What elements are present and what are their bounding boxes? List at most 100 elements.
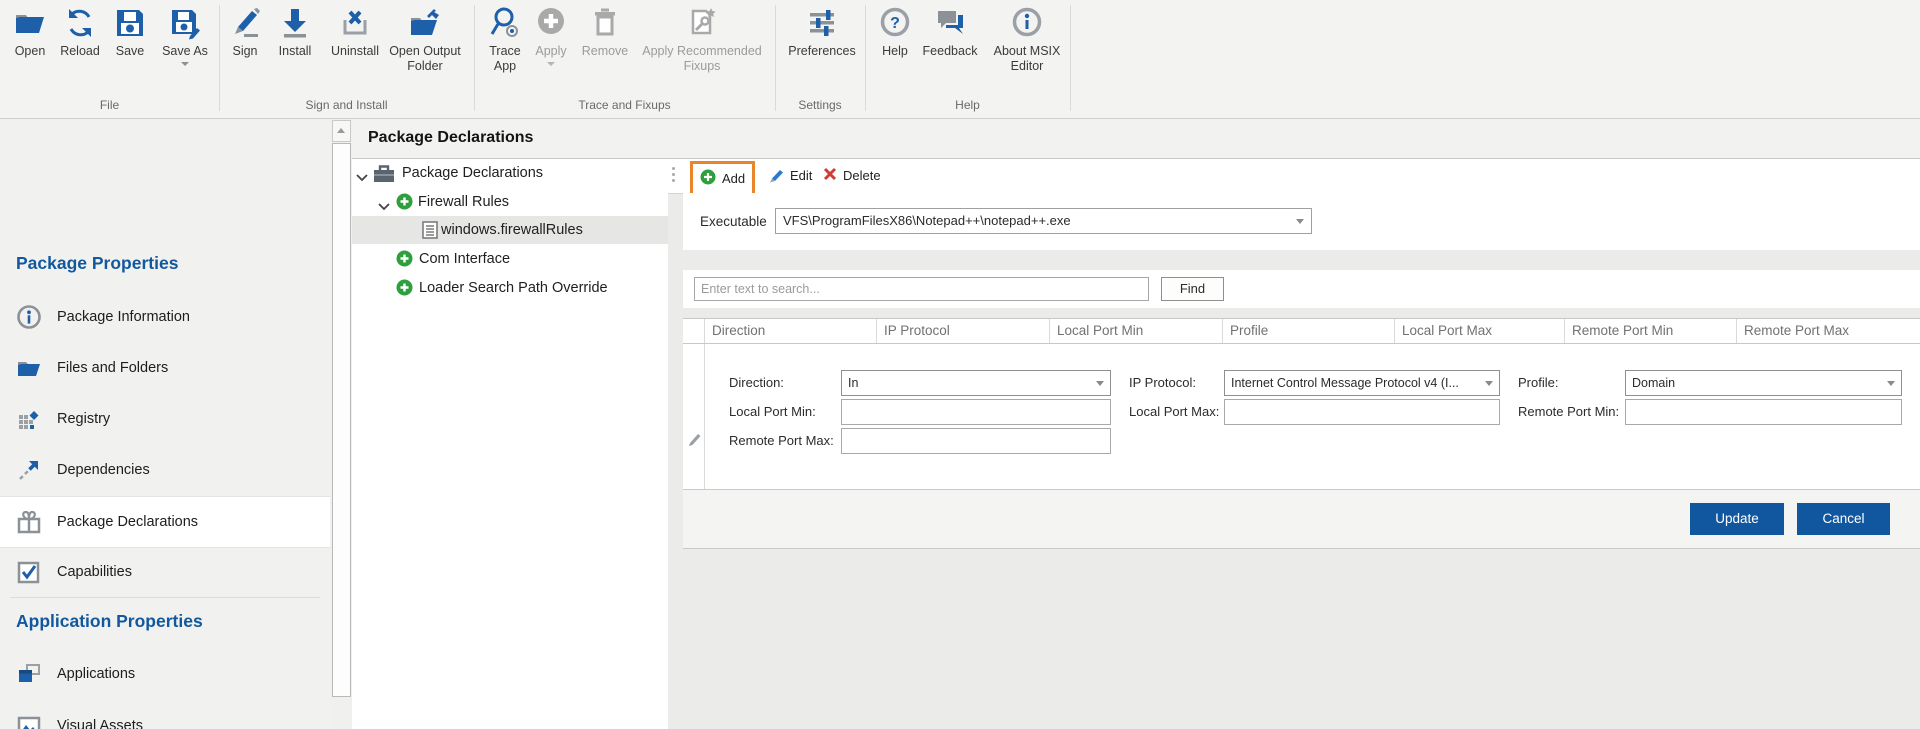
fixups-icon: [632, 6, 772, 44]
open-label: Open: [8, 44, 52, 59]
profile-label: Profile:: [1518, 370, 1558, 396]
plus-circle-icon: [700, 169, 716, 188]
sidebar-item-files-and-folders[interactable]: Files and Folders: [0, 343, 330, 393]
executable-dropdown[interactable]: VFS\ProgramFilesX86\Notepad++\notepad++.…: [775, 208, 1312, 234]
trace-app-icon: [480, 6, 530, 44]
remove-button[interactable]: Remove: [577, 6, 633, 59]
toolbar-drag-handle[interactable]: [672, 167, 675, 185]
sidebar-item-dependencies[interactable]: Dependencies: [0, 445, 330, 495]
preferences-button[interactable]: Preferences: [784, 6, 860, 59]
ip-protocol-label: IP Protocol:: [1129, 370, 1196, 396]
save-label: Save: [108, 44, 152, 59]
apply-plus-icon: [528, 6, 574, 44]
column-header-profile[interactable]: Profile: [1230, 319, 1268, 343]
add-button[interactable]: Add: [690, 161, 755, 196]
update-button[interactable]: Update: [1690, 503, 1784, 535]
scrollbar-up-arrow[interactable]: [332, 120, 351, 142]
chevron-down-icon: [181, 62, 189, 66]
toolbox-icon: [373, 164, 395, 188]
page-header: Package Declarations: [352, 119, 1920, 159]
sign-button[interactable]: Sign: [223, 6, 267, 59]
scrollbar-thumb[interactable]: [332, 143, 351, 697]
column-header-direction[interactable]: Direction: [712, 319, 765, 343]
tree-item-label: Firewall Rules: [418, 188, 509, 216]
about-msix-editor-button[interactable]: About MSIX Editor: [987, 6, 1067, 74]
install-arrow-icon: [271, 6, 319, 44]
remote-port-max-label: Remote Port Max:: [729, 428, 834, 454]
apply-button[interactable]: Apply: [528, 6, 574, 66]
local-port-max-input[interactable]: [1224, 399, 1500, 425]
trace-app-button[interactable]: Trace App: [480, 6, 530, 74]
plus-circle-icon: [396, 250, 413, 272]
search-input[interactable]: [694, 277, 1149, 301]
help-button[interactable]: ? Help: [875, 6, 915, 59]
document-icon: [422, 221, 438, 244]
local-port-min-input[interactable]: [841, 399, 1111, 425]
applications-windows-icon: [16, 661, 42, 687]
install-button[interactable]: Install: [271, 6, 319, 59]
sidebar-item-label: Package Information: [57, 292, 190, 342]
declarations-tree: Package Declarations Firewall Rules wind…: [352, 159, 668, 729]
column-header-local-port-min[interactable]: Local Port Min: [1057, 319, 1143, 343]
uninstall-icon: [324, 6, 386, 44]
table-header-separator: [1394, 319, 1395, 343]
remote-port-min-input[interactable]: [1625, 399, 1902, 425]
cancel-button[interactable]: Cancel: [1797, 503, 1890, 535]
feedback-label: Feedback: [918, 44, 982, 59]
remote-port-max-input[interactable]: [841, 428, 1111, 454]
chevron-down-icon[interactable]: [356, 169, 368, 187]
tree-item-com-interface[interactable]: Com Interface: [352, 245, 668, 273]
folder-icon: [16, 355, 42, 381]
sidebar-item-package-information[interactable]: Package Information: [0, 292, 330, 342]
sidebar-item-registry[interactable]: Registry: [0, 394, 330, 444]
save-button[interactable]: Save: [108, 6, 152, 59]
reload-button[interactable]: Reload: [58, 6, 102, 59]
add-label: Add: [722, 171, 745, 186]
page-title: Package Declarations: [368, 119, 533, 157]
image-icon: [16, 713, 42, 729]
direction-select[interactable]: In: [841, 370, 1111, 396]
save-as-button[interactable]: Save As: [156, 6, 214, 66]
apply-recommended-fixups-label: Apply Recommended Fixups: [632, 44, 772, 74]
profile-select[interactable]: Domain: [1625, 370, 1902, 396]
search-section: Find: [683, 270, 1920, 308]
sidebar-item-visual-assets[interactable]: Visual Assets: [0, 701, 330, 729]
chevron-down-icon[interactable]: [378, 198, 390, 216]
open-output-folder-button[interactable]: Open Output Folder: [381, 6, 469, 74]
feedback-icon: [918, 6, 982, 44]
apply-recommended-fixups-button[interactable]: Apply Recommended Fixups: [632, 6, 772, 74]
find-button[interactable]: Find: [1161, 277, 1224, 301]
feedback-button[interactable]: Feedback: [918, 6, 982, 59]
column-header-local-port-max[interactable]: Local Port Max: [1402, 319, 1492, 343]
rules-table: Direction IP Protocol Local Port Min Pro…: [683, 318, 1920, 490]
delete-button[interactable]: Delete: [816, 161, 888, 190]
tree-item-firewall-rules[interactable]: Firewall Rules: [352, 188, 668, 216]
table-header-separator: [1564, 319, 1565, 343]
column-header-remote-port-min[interactable]: Remote Port Min: [1572, 319, 1673, 343]
tree-item-loader-search-path-override[interactable]: Loader Search Path Override: [352, 274, 668, 302]
sidebar-heading-application-properties: Application Properties: [16, 611, 203, 632]
sidebar-item-label: Capabilities: [57, 547, 132, 597]
ip-protocol-select[interactable]: Internet Control Message Protocol v4 (I.…: [1224, 370, 1500, 396]
save-as-icon: [156, 6, 214, 44]
remove-trash-icon: [577, 6, 633, 44]
sidebar-item-capabilities[interactable]: Capabilities: [0, 547, 330, 597]
local-port-max-label: Local Port Max:: [1129, 399, 1219, 425]
info-icon: [987, 6, 1067, 44]
tree-item-windows-firewallrules[interactable]: windows.firewallRules: [352, 216, 668, 244]
column-header-remote-port-max[interactable]: Remote Port Max: [1744, 319, 1849, 343]
ip-protocol-value: Internet Control Message Protocol v4 (I.…: [1231, 376, 1459, 390]
column-header-ip-protocol[interactable]: IP Protocol: [884, 319, 950, 343]
sidebar-item-package-declarations[interactable]: Package Declarations: [0, 496, 330, 548]
tree-item-package-declarations[interactable]: Package Declarations: [352, 159, 668, 187]
sidebar-item-applications[interactable]: Applications: [0, 649, 330, 699]
edit-button[interactable]: Edit: [760, 161, 819, 190]
uninstall-button[interactable]: Uninstall: [324, 6, 386, 59]
svg-text:?: ?: [890, 15, 900, 32]
ribbon-group-label-trace-and-fixups: Trace and Fixups: [474, 96, 775, 114]
sidebar-scrollbar[interactable]: [330, 119, 353, 729]
direction-value: In: [848, 376, 858, 390]
install-label: Install: [271, 44, 319, 59]
edit-label: Edit: [790, 168, 812, 183]
open-button[interactable]: Open: [8, 6, 52, 59]
